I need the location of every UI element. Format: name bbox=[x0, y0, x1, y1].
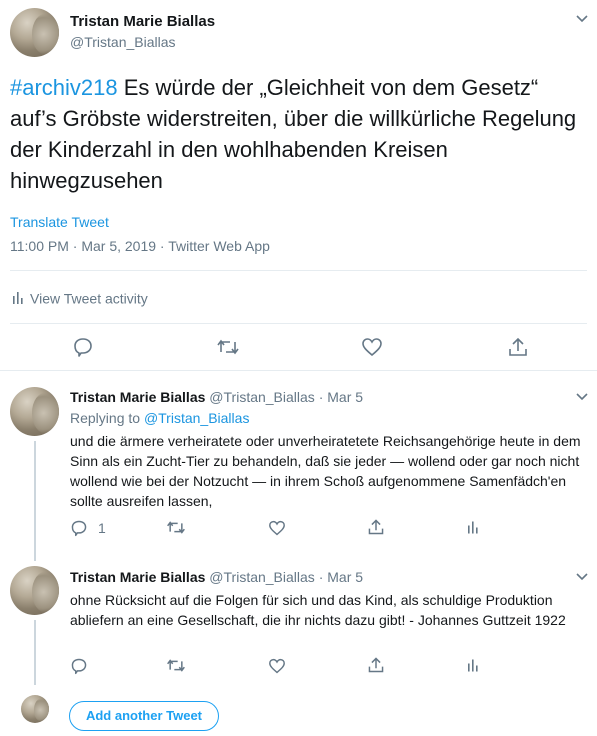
reply-header: Tristan Marie Biallas @Tristan_Biallas ·… bbox=[70, 569, 363, 585]
chevron-down-icon[interactable] bbox=[576, 573, 588, 581]
share-icon[interactable] bbox=[507, 336, 529, 358]
replying-to-label: Replying to bbox=[70, 410, 144, 426]
divider bbox=[0, 370, 597, 371]
retweet-icon[interactable] bbox=[166, 658, 186, 673]
translate-link[interactable]: Translate Tweet bbox=[10, 214, 109, 230]
divider bbox=[10, 270, 587, 271]
like-icon[interactable] bbox=[361, 337, 383, 357]
reply-date[interactable]: · Mar 5 bbox=[319, 389, 363, 405]
tweet-text: #archiv218 Es würde der „Gleichheit von … bbox=[10, 72, 580, 196]
replying-to: Replying to @Tristan_Biallas bbox=[70, 410, 249, 426]
reply-text: ohne Rücksicht auf die Folgen für sich u… bbox=[70, 592, 566, 628]
reply-text: und die ärmere verheiratete oder unverhe… bbox=[70, 433, 581, 509]
bar-chart-icon bbox=[12, 291, 24, 305]
compose-avatar bbox=[21, 695, 49, 723]
reply-icon[interactable] bbox=[70, 519, 88, 537]
reply-icon[interactable] bbox=[70, 657, 88, 675]
view-activity-label: View Tweet activity bbox=[30, 290, 148, 307]
like-icon[interactable] bbox=[268, 520, 286, 536]
thread-line bbox=[34, 620, 36, 685]
reply-author-name[interactable]: Tristan Marie Biallas bbox=[70, 389, 205, 405]
add-another-tweet-button[interactable]: Add another Tweet bbox=[69, 701, 219, 731]
bar-chart-icon[interactable] bbox=[467, 658, 479, 673]
view-activity-link[interactable]: View Tweet activity bbox=[12, 289, 148, 306]
divider bbox=[10, 323, 587, 324]
reply-author-handle[interactable]: @Tristan_Biallas bbox=[209, 389, 315, 405]
reply-author-name[interactable]: Tristan Marie Biallas bbox=[70, 569, 205, 585]
reply-avatar[interactable] bbox=[10, 566, 59, 615]
share-icon[interactable] bbox=[367, 656, 385, 674]
hashtag-link[interactable]: #archiv218 bbox=[10, 75, 118, 100]
retweet-icon[interactable] bbox=[166, 520, 186, 535]
replying-to-handle[interactable]: @Tristan_Biallas bbox=[144, 410, 250, 426]
reply-date[interactable]: · Mar 5 bbox=[319, 569, 363, 585]
reply-avatar[interactable] bbox=[10, 387, 59, 436]
bar-chart-icon[interactable] bbox=[467, 520, 479, 535]
reply-count: 1 bbox=[98, 520, 106, 536]
reply-author-handle[interactable]: @Tristan_Biallas bbox=[209, 569, 315, 585]
author-name[interactable]: Tristan Marie Biallas bbox=[70, 13, 215, 30]
chevron-down-icon[interactable] bbox=[576, 393, 588, 401]
reply-icon[interactable] bbox=[72, 336, 94, 358]
chevron-down-icon[interactable] bbox=[576, 15, 588, 23]
thread-line bbox=[34, 441, 36, 561]
tweet-timestamp[interactable]: 11:00 PM · Mar 5, 2019 · Twitter Web App bbox=[10, 238, 270, 254]
share-icon[interactable] bbox=[367, 518, 385, 536]
reply-header: Tristan Marie Biallas @Tristan_Biallas ·… bbox=[70, 389, 363, 405]
like-icon[interactable] bbox=[268, 658, 286, 674]
author-avatar[interactable] bbox=[10, 8, 59, 57]
author-handle[interactable]: @Tristan_Biallas bbox=[70, 34, 176, 50]
retweet-icon[interactable] bbox=[216, 338, 240, 356]
